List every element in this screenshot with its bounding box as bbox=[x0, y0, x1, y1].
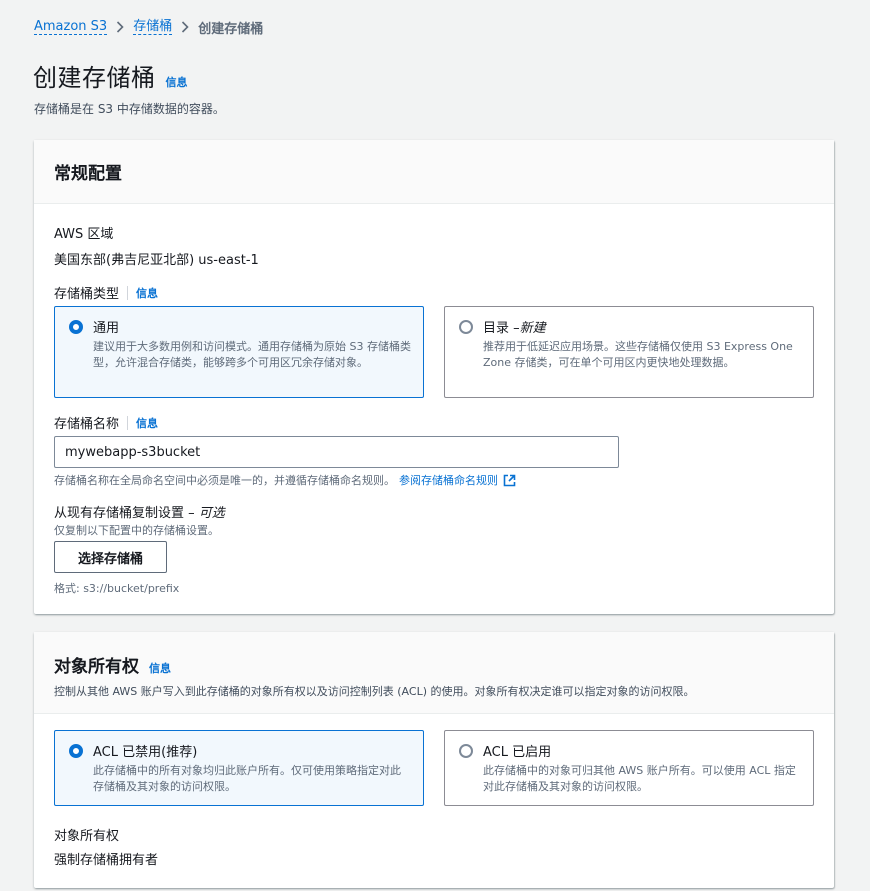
ownership-label: 对象所有权 bbox=[54, 829, 120, 844]
radio-directory[interactable] bbox=[459, 319, 473, 334]
acl-enabled-tile[interactable]: ACL 已启用 此存储桶中的对象可归其他 AWS 账户所有。可以使用 ACL 指… bbox=[444, 730, 814, 806]
ownership-value: 强制存储桶拥有者 bbox=[54, 853, 159, 868]
general-config-panel: 常规配置 AWS 区域 美国东部(弗吉尼亚北部) us-east-1 存储桶类型… bbox=[34, 140, 834, 614]
chevron-right-icon bbox=[172, 21, 198, 33]
object-ownership-title: 对象所有权 bbox=[54, 657, 139, 677]
chevron-right-icon bbox=[107, 21, 133, 33]
bucket-type-general-head: 通用 bbox=[69, 317, 411, 336]
bucket-type-directory-tile[interactable]: 目录 – 新建 推荐用于低延迟应用场景。这些存储桶仅使用 S3 Express … bbox=[444, 306, 814, 398]
bucket-name-info-link[interactable]: 信息 bbox=[136, 415, 158, 431]
object-ownership-description: 控制从其他 AWS 账户写入到此存储桶的对象所有权以及访问控制列表 (ACL) … bbox=[54, 685, 695, 698]
acl-enabled-head: ACL 已启用 bbox=[459, 741, 801, 760]
breadcrumb-buckets[interactable]: 存储桶 bbox=[133, 19, 173, 35]
bucket-type-label-text: 存储桶类型 bbox=[54, 287, 120, 302]
region-label-text: AWS 区域 bbox=[54, 227, 114, 242]
region-value: 美国东部(弗吉尼亚北部) us-east-1 bbox=[54, 253, 259, 268]
bucket-name-hint: 存储桶名称在全局命名空间中必须是唯一的，并遵循存储桶命名规则。 参阅存储桶命名规… bbox=[54, 472, 516, 488]
general-config-header: 常规配置 bbox=[34, 140, 834, 204]
bucket-type-directory-new: 新建 bbox=[519, 321, 546, 336]
bucket-type-general-label: 通用 bbox=[93, 321, 120, 336]
page-info-link[interactable]: 信息 bbox=[166, 74, 188, 90]
acl-disabled-desc: 此存储桶中的所有对象均归此账户所有。仅可使用策略指定对此存储桶及其对象的访问权限… bbox=[93, 764, 401, 793]
copy-settings-hint: 仅复制以下配置中的存储桶设置。 bbox=[54, 524, 219, 537]
bucket-name-label-text: 存储桶名称 bbox=[54, 417, 120, 432]
general-config-title: 常规配置 bbox=[54, 164, 122, 184]
acl-enabled-label: ACL 已启用 bbox=[483, 745, 552, 760]
copy-settings-label-text: 从现有存储桶复制设置 – bbox=[54, 506, 199, 521]
object-ownership-header: 对象所有权 信息 控制从其他 AWS 账户写入到此存储桶的对象所有权以及访问控制… bbox=[34, 632, 834, 714]
breadcrumb-current: 创建存储桶 bbox=[198, 21, 264, 37]
bucket-type-general-desc: 建议用于大多数用例和访问模式。通用存储桶为原始 S3 存储桶类型，允许混合存储类… bbox=[93, 340, 411, 369]
page-description: 存储桶是在 S3 中存储数据的容器。 bbox=[34, 102, 225, 116]
region-label: AWS 区域 bbox=[54, 223, 113, 242]
choose-bucket-button[interactable]: 选择存储桶 bbox=[54, 541, 167, 573]
format-hint: 格式: s3://bucket/prefix bbox=[54, 582, 180, 595]
bucket-type-info-link[interactable]: 信息 bbox=[136, 285, 158, 301]
radio-acl-enabled[interactable] bbox=[459, 743, 473, 758]
acl-disabled-tile[interactable]: ACL 已禁用(推荐) 此存储桶中的所有对象均归此账户所有。仅可使用策略指定对此… bbox=[54, 730, 424, 806]
page-header: 创建存储桶 信息 bbox=[33, 58, 188, 93]
bucket-name-input[interactable] bbox=[54, 436, 619, 468]
bucket-type-general-tile[interactable]: 通用 建议用于大多数用例和访问模式。通用存储桶为原始 S3 存储桶类型，允许混合… bbox=[54, 306, 424, 398]
object-ownership-info-link[interactable]: 信息 bbox=[149, 660, 171, 676]
bucket-type-label: 存储桶类型 信息 bbox=[54, 283, 158, 302]
external-link-icon[interactable] bbox=[503, 474, 516, 487]
bucket-name-hint-text: 存储桶名称在全局命名空间中必须是唯一的，并遵循存储桶命名规则。 bbox=[54, 474, 395, 487]
label-divider bbox=[127, 415, 129, 430]
radio-acl-disabled[interactable] bbox=[69, 743, 83, 758]
breadcrumb: Amazon S3 存储桶 创建存储桶 bbox=[34, 17, 263, 37]
page-title: 创建存储桶 bbox=[33, 64, 156, 92]
object-ownership-panel: 对象所有权 信息 控制从其他 AWS 账户写入到此存储桶的对象所有权以及访问控制… bbox=[34, 632, 834, 888]
breadcrumb-amazon-s3[interactable]: Amazon S3 bbox=[34, 19, 108, 35]
radio-general[interactable] bbox=[69, 319, 83, 334]
copy-settings-optional: 可选 bbox=[198, 506, 225, 521]
acl-disabled-head: ACL 已禁用(推荐) bbox=[69, 741, 411, 760]
acl-disabled-label: ACL 已禁用(推荐) bbox=[93, 745, 198, 760]
copy-settings-label: 从现有存储桶复制设置 – 可选 bbox=[54, 502, 225, 521]
bucket-naming-rules-link[interactable]: 参阅存储桶命名规则 bbox=[399, 472, 498, 488]
bucket-type-directory-label: 目录 – bbox=[483, 321, 520, 336]
object-ownership-title-row: 对象所有权 信息 bbox=[54, 652, 814, 677]
bucket-type-directory-head: 目录 – 新建 bbox=[459, 317, 801, 336]
bucket-type-directory-desc: 推荐用于低延迟应用场景。这些存储桶仅使用 S3 Express One Zone… bbox=[483, 340, 793, 369]
bucket-name-label: 存储桶名称 信息 bbox=[54, 413, 158, 432]
acl-enabled-desc: 此存储桶中的对象可归其他 AWS 账户所有。可以使用 ACL 指定对此存储桶及其… bbox=[483, 764, 796, 793]
label-divider bbox=[127, 285, 129, 300]
